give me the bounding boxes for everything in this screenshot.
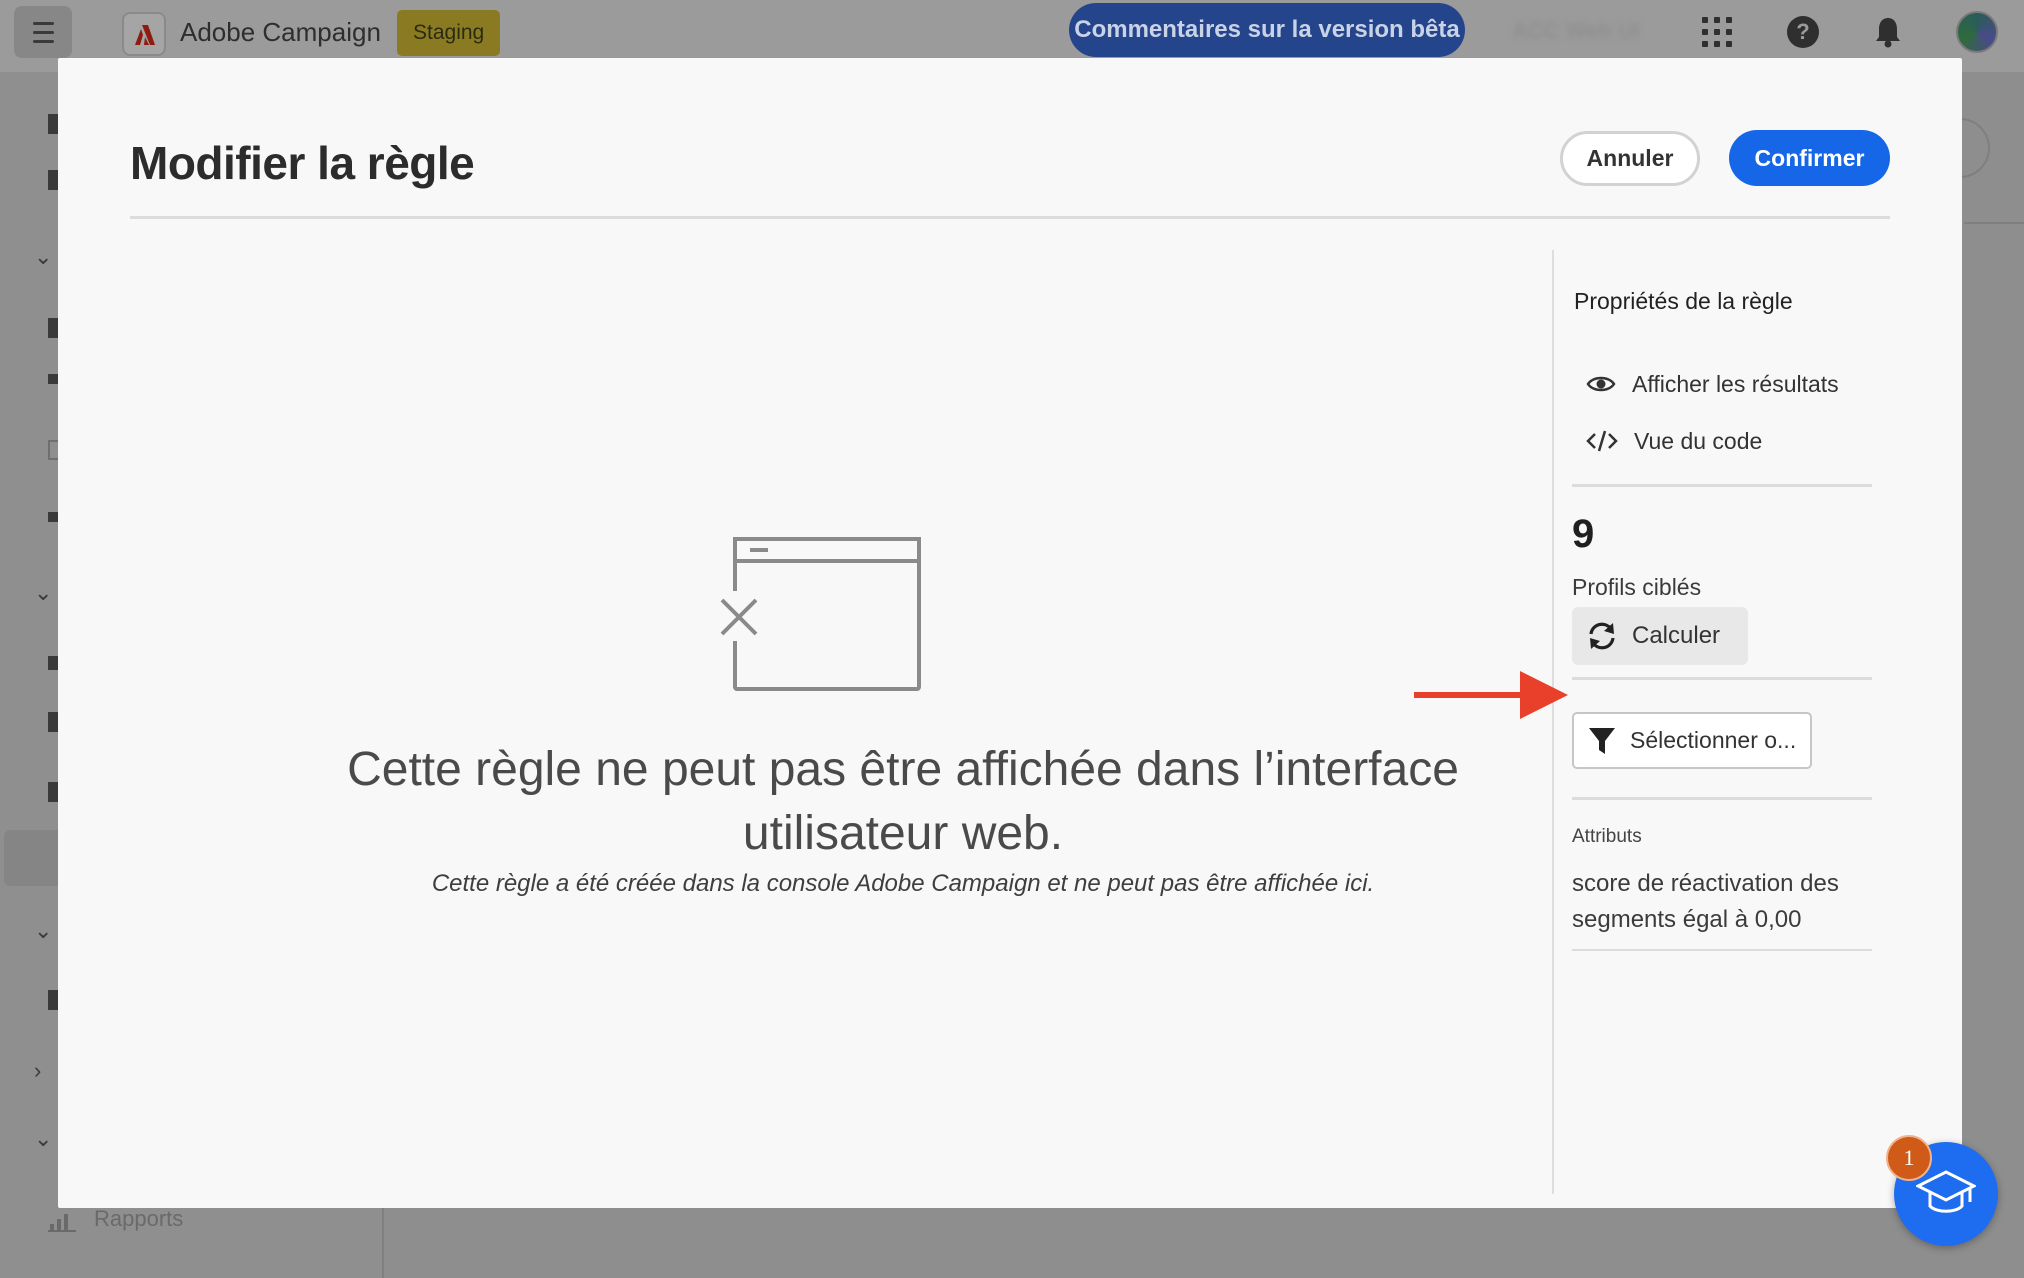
panel-separator [1572, 677, 1872, 680]
empty-state-title: Cette règle ne peut pas être affichée da… [347, 743, 1459, 860]
chevron-down-icon[interactable]: ⌄ [34, 918, 52, 944]
adobe-logo [122, 12, 166, 56]
edit-rule-dialog: Modifier la règle Annuler Confirmer Cett… [58, 58, 1962, 1208]
panel-separator [1572, 484, 1872, 487]
calculate-label: Calculer [1632, 622, 1721, 649]
confirm-button[interactable]: Confirmer [1729, 130, 1890, 186]
refresh-icon [1589, 622, 1615, 650]
chevron-down-icon[interactable]: ⌄ [34, 244, 52, 270]
panel-divider [1552, 250, 1554, 1194]
apps-grid-icon[interactable] [1702, 17, 1732, 47]
panel-heading: Propriétés de la règle [1574, 288, 1793, 314]
profile-count-label: Profils ciblés [1572, 574, 1702, 600]
profile-count: 9 [1572, 512, 1595, 556]
empty-state-description: Cette règle a été créée dans la console … [431, 870, 1375, 897]
show-results-label: Afficher les résultats [1632, 370, 1839, 397]
code-view-link[interactable]: Vue du code [1586, 421, 1762, 461]
bell-icon[interactable] [1874, 16, 1902, 53]
app-name: Adobe Campaign [180, 17, 381, 47]
calculate-button[interactable]: Calculer [1572, 607, 1748, 665]
panel-separator [1572, 949, 1872, 951]
org-switcher[interactable]: ACC Web UI [1512, 18, 1640, 44]
bar-chart-icon [48, 1214, 76, 1232]
sidebar-item-reports[interactable]: Rapports [94, 1206, 183, 1232]
environment-badge: Staging [397, 10, 501, 56]
code-icon [1586, 430, 1618, 452]
chevron-right-icon[interactable]: › [34, 1058, 41, 1084]
code-view-label: Vue du code [1634, 427, 1763, 454]
select-label: Sélectionner o... [1630, 727, 1797, 753]
show-results-link[interactable]: Afficher les résultats [1586, 364, 1839, 404]
attributes-value: score de réactivation des segments égal … [1572, 870, 1839, 933]
sidebar-item-selected[interactable] [4, 830, 64, 886]
help-icon[interactable]: ? [1787, 16, 1819, 48]
attributes-title: Attributs [1572, 826, 1642, 847]
header-divider [130, 216, 1890, 219]
broken-window-icon [720, 537, 921, 691]
filter-icon [1589, 727, 1615, 754]
notification-badge: 1 [1886, 1135, 1932, 1181]
workflows-icon[interactable] [48, 512, 58, 522]
beta-feedback-button[interactable]: Commentaires sur la version bêta [1069, 3, 1465, 57]
avatar[interactable] [1956, 11, 1998, 53]
eye-icon [1586, 376, 1616, 392]
annotation-arrow [1414, 671, 1568, 719]
select-or-create-button[interactable]: Sélectionner o... [1572, 712, 1812, 769]
dialog-title: Modifier la règle [130, 137, 475, 189]
cancel-button[interactable]: Annuler [1560, 131, 1700, 186]
chevron-down-icon[interactable]: ⌄ [34, 580, 52, 606]
panel-separator [1572, 797, 1872, 800]
background-divider [1964, 222, 2024, 224]
menu-icon[interactable] [14, 6, 72, 58]
chevron-down-icon[interactable]: ⌄ [34, 1126, 52, 1152]
